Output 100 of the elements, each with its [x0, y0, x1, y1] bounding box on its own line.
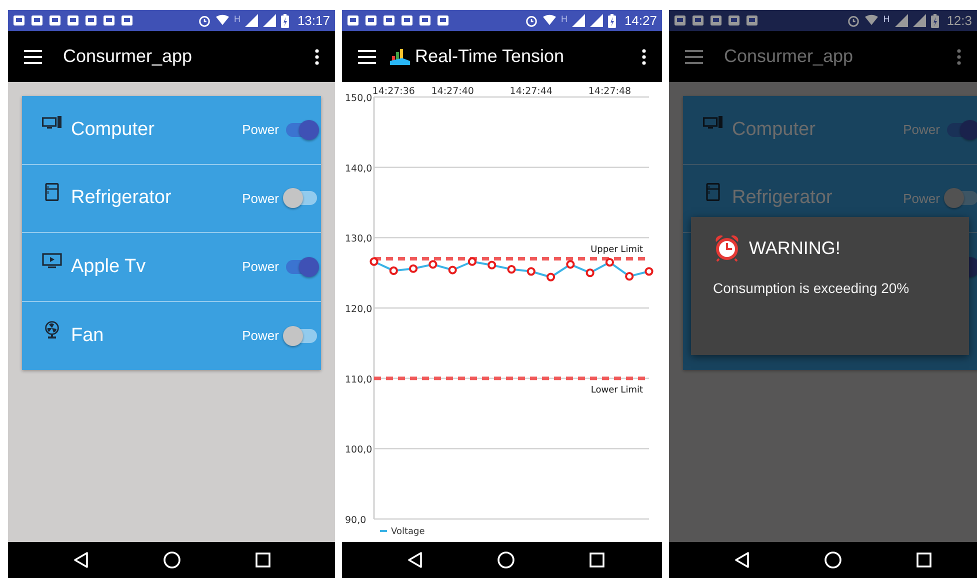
data-point — [566, 260, 575, 269]
notification-icon — [365, 15, 377, 26]
refrigerator-icon — [703, 183, 723, 202]
limit-label: Lower Limit — [590, 385, 643, 396]
notification-icon — [401, 15, 413, 26]
data-point — [488, 260, 496, 270]
power-label: Power — [242, 328, 279, 344]
device-name: Computer — [71, 118, 154, 141]
y-axis-label: 140,0 — [345, 163, 372, 174]
data-point — [370, 257, 378, 266]
device-name: Fan — [71, 324, 104, 347]
notification-icon — [103, 15, 115, 26]
menu-icon[interactable] — [358, 50, 376, 64]
notification-icon — [49, 15, 61, 26]
dialog-title: WARNING! — [749, 238, 840, 258]
battery-icon — [281, 14, 290, 28]
device-name: Refrigerator — [732, 187, 832, 210]
back-icon[interactable] — [72, 551, 90, 569]
signal-icon — [572, 14, 586, 27]
signal-icon — [894, 14, 908, 27]
battery-icon — [608, 14, 616, 28]
network-type: H — [883, 14, 890, 24]
power-label: Power — [242, 259, 279, 274]
wifi-icon — [542, 14, 556, 27]
notification-icon — [437, 15, 449, 26]
limit-label: Upper Limit — [590, 244, 643, 255]
x-axis-label: 14:27:36 — [372, 86, 415, 97]
data-point — [644, 267, 654, 276]
app-title: Consurmer_app — [724, 46, 854, 67]
device-name: Computer — [732, 118, 816, 141]
tv-icon — [42, 252, 62, 270]
power-label: Power — [903, 190, 940, 206]
y-axis-label: 150,0 — [345, 93, 372, 104]
status-time: 12:3 — [946, 13, 972, 28]
home-icon[interactable] — [824, 551, 842, 569]
power-label: Power — [903, 122, 940, 138]
status-time: 14:27 — [624, 13, 657, 28]
recents-icon[interactable] — [588, 551, 606, 569]
notification-icon — [383, 15, 395, 26]
notification-icon — [347, 15, 359, 26]
more-options-icon[interactable] — [642, 48, 646, 64]
app-title: Real-Time Tension — [415, 46, 566, 67]
back-icon[interactable] — [733, 551, 751, 569]
data-point — [389, 266, 398, 276]
notification-icon — [674, 15, 686, 26]
power-label: Power — [242, 190, 279, 206]
data-point — [546, 272, 556, 282]
notification-icon — [692, 15, 704, 26]
recents-icon[interactable] — [254, 551, 272, 569]
signal-icon — [912, 14, 926, 27]
power-label: Power — [242, 122, 279, 138]
x-axis-label: 14:27:44 — [510, 86, 552, 97]
fan-icon — [42, 320, 62, 339]
notification-icon — [710, 15, 722, 26]
notification-icon — [13, 15, 25, 26]
battery-icon — [930, 14, 939, 28]
network-type: H — [234, 14, 240, 24]
data-point — [586, 268, 594, 278]
notification-icon — [31, 15, 43, 26]
notification-icon — [67, 15, 79, 26]
y-axis-label: 130,0 — [345, 234, 372, 245]
recents-icon[interactable] — [915, 551, 933, 569]
notification-icon — [121, 15, 133, 26]
home-icon[interactable] — [497, 551, 515, 569]
status-time: 13:17 — [297, 13, 330, 28]
more-options-icon[interactable] — [315, 48, 319, 64]
data-point — [526, 267, 536, 276]
home-icon[interactable] — [163, 551, 181, 569]
legend-label: Voltage — [391, 527, 425, 537]
signal-icon — [263, 14, 276, 27]
network-type: H — [560, 14, 568, 24]
app-title: Consurmer_app — [63, 46, 194, 67]
wifi-icon — [865, 14, 878, 27]
chart-logo-icon — [390, 46, 410, 66]
power-switch[interactable] — [283, 324, 319, 347]
alarm-clock-icon — [524, 14, 538, 27]
y-axis-label: 110,0 — [345, 374, 372, 386]
alarm-clock-icon — [198, 14, 211, 27]
power-switch[interactable] — [283, 187, 319, 210]
dialog-message: Consumption is exceeding 20% — [713, 280, 910, 296]
notification-icon — [85, 15, 97, 26]
x-axis-label: 14:27:48 — [588, 86, 632, 97]
data-point — [507, 265, 516, 274]
device-name: Refrigerator — [71, 187, 172, 210]
refrigerator-icon — [42, 183, 62, 202]
alarm-clock-icon — [847, 14, 860, 27]
data-point — [625, 272, 634, 281]
y-axis-label: 120,0 — [345, 304, 372, 315]
wifi-icon — [216, 14, 229, 27]
menu-icon[interactable] — [24, 50, 42, 64]
signal-icon — [590, 14, 604, 27]
y-axis-label: 90,0 — [345, 515, 366, 526]
y-axis-label: 100,0 — [345, 444, 372, 456]
notification-icon — [746, 15, 758, 26]
signal-icon — [245, 14, 258, 27]
device-name: Apple Tv — [71, 256, 146, 278]
data-point — [468, 257, 477, 266]
back-icon[interactable] — [406, 551, 424, 569]
notification-icon — [419, 15, 431, 26]
power-switch[interactable] — [944, 187, 977, 210]
